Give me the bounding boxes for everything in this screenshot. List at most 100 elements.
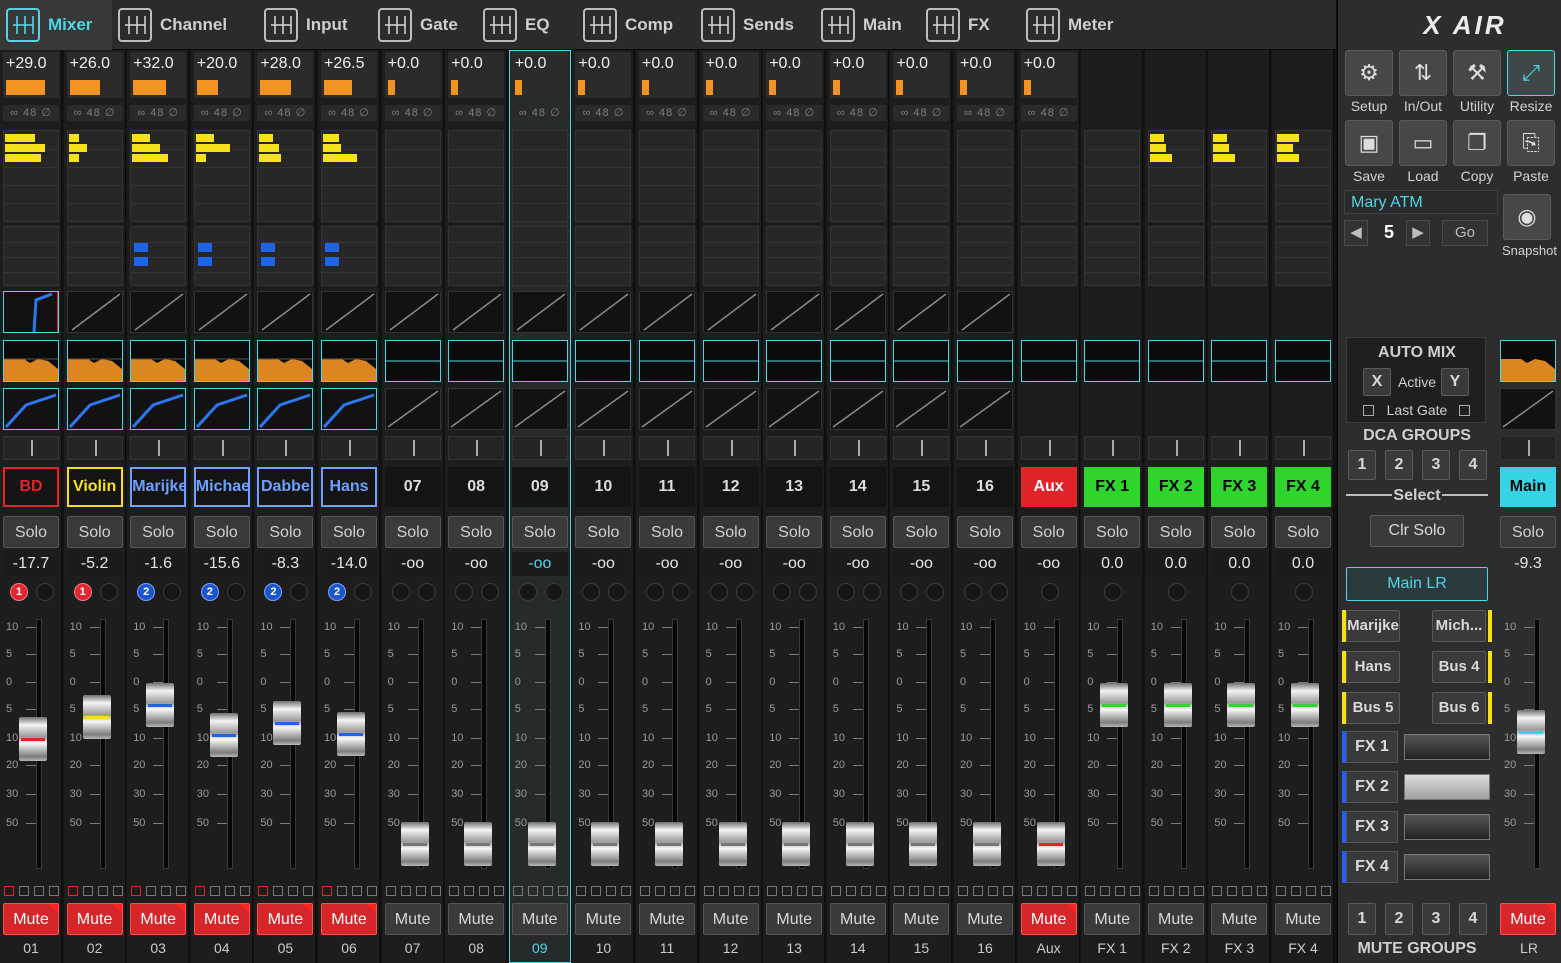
bus-button[interactable]: Marijke <box>1346 610 1400 642</box>
trim-box[interactable]: +26.5 <box>321 52 377 98</box>
fader-cap[interactable] <box>973 822 1001 866</box>
sends-box-b[interactable] <box>1275 226 1331 286</box>
gate-display[interactable] <box>893 291 950 333</box>
main-fader-cap[interactable] <box>1517 709 1545 754</box>
channel-name[interactable]: 14 <box>829 467 886 507</box>
channel-name[interactable]: 11 <box>639 467 695 507</box>
mute-button[interactable]: Mute <box>1211 903 1268 935</box>
tab-channel[interactable]: Channel <box>112 0 258 50</box>
sends-box-a[interactable] <box>193 130 250 222</box>
solo-button[interactable]: Solo <box>384 516 441 548</box>
compressor-display[interactable] <box>575 388 632 430</box>
solo-button[interactable]: Solo <box>829 516 886 548</box>
eq-display[interactable] <box>1020 340 1077 382</box>
phantom-row[interactable]: ∞ 48 ∅ <box>575 105 632 121</box>
solo-button[interactable]: Solo <box>66 516 123 548</box>
solo-button[interactable]: Solo <box>511 516 568 548</box>
solo-button[interactable]: Solo <box>130 516 187 548</box>
mute-button[interactable]: Mute <box>66 903 123 935</box>
dca-group-button-2[interactable]: 2 <box>1385 450 1413 480</box>
mute-button[interactable]: Mute <box>3 903 59 935</box>
phantom-row[interactable]: ∞ 48 ∅ <box>766 105 823 121</box>
solo-button[interactable]: Solo <box>1084 516 1141 548</box>
phantom-row[interactable]: ∞ 48 ∅ <box>66 105 123 121</box>
solo-button[interactable]: Solo <box>1020 516 1077 548</box>
phantom-row[interactable]: ∞ 48 ∅ <box>321 105 377 121</box>
eq-display[interactable] <box>957 340 1013 382</box>
tool-setup[interactable]: ⚙ Setup <box>1344 50 1394 116</box>
channel-name[interactable]: FX 1 <box>1084 467 1141 507</box>
solo-button[interactable]: Solo <box>1147 516 1204 548</box>
compressor-display[interactable] <box>766 388 823 430</box>
sends-box-b[interactable] <box>384 226 441 286</box>
trim-box[interactable]: +0.0 <box>702 52 759 98</box>
snapshot-prev-button[interactable]: ◀ <box>1344 220 1368 246</box>
sends-box-b[interactable] <box>1147 226 1204 286</box>
sends-box-b[interactable] <box>893 226 950 286</box>
sends-box-b[interactable] <box>702 226 759 286</box>
tab-gate[interactable]: Gate <box>372 0 477 50</box>
channel-name[interactable]: 15 <box>893 467 950 507</box>
fader-cap[interactable] <box>1100 682 1129 727</box>
sends-box-a[interactable] <box>66 130 123 222</box>
tool-utility[interactable]: ⚒ Utility <box>1452 50 1502 116</box>
pan-knob[interactable] <box>448 436 505 460</box>
fader[interactable]: 10 5 0 5 10 20 30 50 <box>254 616 316 886</box>
eq-display[interactable] <box>1084 340 1141 382</box>
mute-button[interactable]: Mute <box>829 903 886 935</box>
sends-box-b[interactable] <box>766 226 823 286</box>
bus-button[interactable]: Bus 4 <box>1432 651 1486 683</box>
fader-cap[interactable] <box>909 822 938 866</box>
mute-button[interactable]: Mute <box>575 903 632 935</box>
phantom-row[interactable]: ∞ 48 ∅ <box>130 105 187 121</box>
gate-display[interactable] <box>575 291 632 333</box>
fader[interactable]: 10 5 0 5 10 20 30 50 <box>191 616 253 886</box>
fx-slot-button[interactable]: FX 3 <box>1346 811 1398 843</box>
gate-display[interactable] <box>448 291 505 333</box>
eq-display[interactable] <box>639 340 695 382</box>
solo-button[interactable]: Solo <box>1211 516 1268 548</box>
tool-load[interactable]: ▭ Load <box>1398 120 1448 186</box>
solo-button[interactable]: Solo <box>575 516 632 548</box>
phantom-row[interactable]: ∞ 48 ∅ <box>893 105 950 121</box>
pan-knob[interactable] <box>1211 436 1268 460</box>
mute-button[interactable]: Mute <box>130 903 187 935</box>
trim-box[interactable]: +32.0 <box>130 52 187 98</box>
compressor-display[interactable] <box>957 388 1013 430</box>
pan-knob[interactable] <box>511 436 568 460</box>
tab-mixer[interactable]: Mixer <box>0 0 112 50</box>
pan-knob[interactable] <box>957 436 1013 460</box>
sends-box-a[interactable] <box>575 130 632 222</box>
main-mute-button[interactable]: Mute <box>1500 903 1556 935</box>
compressor-display[interactable] <box>448 388 505 430</box>
fader[interactable]: 10 5 0 5 10 20 30 50 <box>954 616 1016 886</box>
mute-button[interactable]: Mute <box>957 903 1013 935</box>
channel-name[interactable]: 13 <box>766 467 823 507</box>
compressor-display[interactable] <box>257 388 314 430</box>
pan-knob[interactable] <box>66 436 123 460</box>
gate-display[interactable] <box>829 291 886 333</box>
trim-box[interactable]: +20.0 <box>193 52 250 98</box>
mute-button[interactable]: Mute <box>702 903 759 935</box>
fader[interactable]: 10 5 0 5 10 20 30 50 <box>1145 616 1207 886</box>
fader-cap[interactable] <box>845 822 874 866</box>
fader-cap[interactable] <box>82 694 111 739</box>
sends-box-a[interactable] <box>321 130 377 222</box>
automix-x-checkbox[interactable] <box>1363 405 1374 416</box>
gate-display[interactable] <box>766 291 823 333</box>
dca-group-button-4[interactable]: 4 <box>1459 450 1487 480</box>
gate-display[interactable] <box>257 291 314 333</box>
compressor-display[interactable] <box>3 388 59 430</box>
main-fader[interactable]: 10 5 0 5 10 20 30 50 <box>1498 616 1560 886</box>
main-name[interactable]: Main <box>1500 467 1556 507</box>
channel-name[interactable]: Michael <box>193 467 250 507</box>
gate-display[interactable] <box>511 291 568 333</box>
fader[interactable]: 10 5 0 5 10 20 30 50 <box>1272 616 1334 886</box>
eq-display[interactable] <box>1275 340 1331 382</box>
mute-button[interactable]: Mute <box>1275 903 1331 935</box>
fader[interactable]: 10 5 0 5 10 20 30 50 <box>890 616 952 886</box>
mute-button[interactable]: Mute <box>321 903 377 935</box>
solo-button[interactable]: Solo <box>893 516 950 548</box>
automix-x-button[interactable]: X <box>1363 368 1391 396</box>
tab-meter[interactable]: Meter <box>1020 0 1132 50</box>
